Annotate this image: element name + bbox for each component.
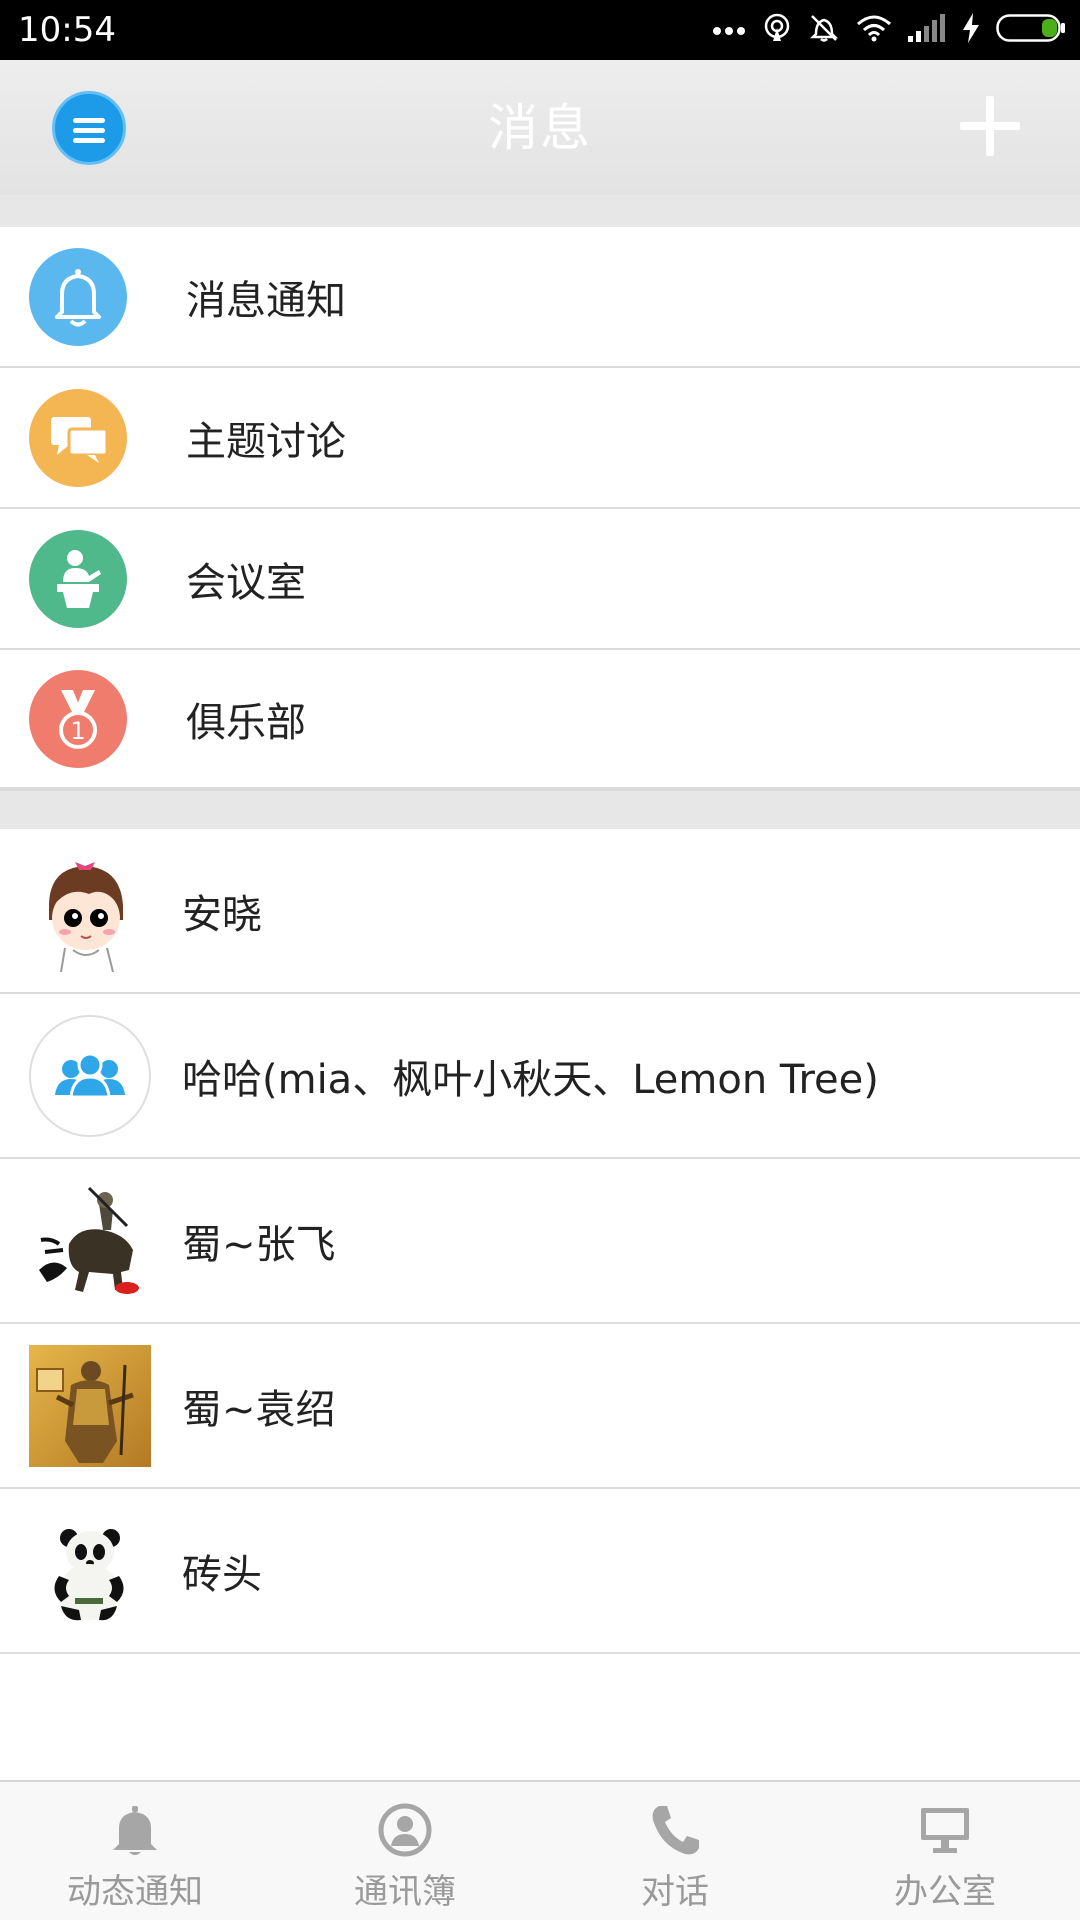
nav-item-office[interactable]: 办公室 — [810, 1782, 1080, 1920]
cartoon-girl-avatar — [29, 849, 151, 972]
app-header: 消息 — [0, 60, 1080, 195]
phone-icon — [652, 1806, 699, 1855]
more-dots-icon — [712, 21, 746, 40]
category-item-club[interactable]: 1 俱乐部 — [0, 650, 1080, 789]
battery-icon — [996, 14, 1066, 46]
panda-avatar — [29, 1509, 151, 1632]
svg-text:1: 1 — [70, 717, 85, 745]
conversation-item[interactable]: 砖头 — [0, 1489, 1080, 1654]
bottom-nav: 动态通知 通讯簿 对话 办公室 — [0, 1780, 1080, 1920]
conversation-item[interactable]: 蜀~张飞 — [0, 1159, 1080, 1324]
charging-icon — [962, 13, 980, 47]
mute-icon — [808, 12, 840, 48]
nav-item-chat[interactable]: 对话 — [540, 1782, 810, 1920]
conversation-name: 蜀~袁绍 — [182, 1386, 336, 1433]
section-divider — [0, 195, 1080, 229]
category-item-topics[interactable]: 主题讨论 — [0, 368, 1080, 509]
monitor-icon — [921, 1808, 969, 1853]
nav-label: 办公室 — [894, 1872, 996, 1912]
conversation-name: 蜀~张飞 — [182, 1221, 336, 1268]
category-label: 主题讨论 — [186, 418, 346, 465]
conversation-item[interactable]: 哈哈(mia、枫叶小秋天、Lemon Tree) — [0, 994, 1080, 1159]
conversation-item[interactable]: 蜀~袁绍 — [0, 1324, 1080, 1489]
chat-bubbles-icon — [29, 388, 127, 487]
presenter-podium-icon — [29, 529, 127, 628]
wifi-icon — [856, 14, 892, 46]
hotspot-icon — [762, 13, 792, 47]
status-icons — [712, 10, 1066, 50]
category-label: 消息通知 — [186, 277, 346, 324]
bell-icon — [113, 1806, 157, 1855]
category-item-meeting-room[interactable]: 会议室 — [0, 509, 1080, 650]
nav-item-contacts[interactable]: 通讯簿 — [270, 1782, 540, 1920]
group-users-icon — [29, 1014, 151, 1137]
category-item-notifications[interactable]: 消息通知 — [0, 227, 1080, 368]
medal-icon: 1 — [29, 669, 127, 768]
conversation-name: 哈哈(mia、枫叶小秋天、Lemon Tree) — [182, 1056, 879, 1103]
nav-item-activity[interactable]: 动态通知 — [0, 1782, 270, 1920]
status-time: 10:54 — [18, 10, 116, 50]
signal-icon — [908, 14, 946, 46]
conversation-name: 安晓 — [182, 891, 262, 938]
armored-general-avatar — [29, 1344, 151, 1467]
nav-label: 对话 — [641, 1872, 709, 1912]
section-divider — [0, 789, 1080, 831]
nav-label: 动态通知 — [67, 1872, 203, 1912]
nav-label: 通讯簿 — [354, 1872, 456, 1912]
category-label: 俱乐部 — [186, 699, 306, 746]
messages-screen: 10:54 消息 消息通知 主题讨论 会议室 1 俱乐部 安晓 哈哈(mia、枫… — [0, 0, 1080, 1920]
conversation-name: 砖头 — [182, 1551, 262, 1598]
page-title: 消息 — [488, 99, 592, 157]
status-bar: 10:54 — [0, 0, 1080, 60]
contact-icon — [378, 1803, 432, 1857]
plus-icon[interactable] — [960, 96, 1020, 156]
category-label: 会议室 — [186, 559, 306, 606]
bell-icon — [29, 247, 127, 346]
conversation-item[interactable]: 安晓 — [0, 829, 1080, 994]
warrior-on-horse-avatar — [29, 1179, 151, 1302]
